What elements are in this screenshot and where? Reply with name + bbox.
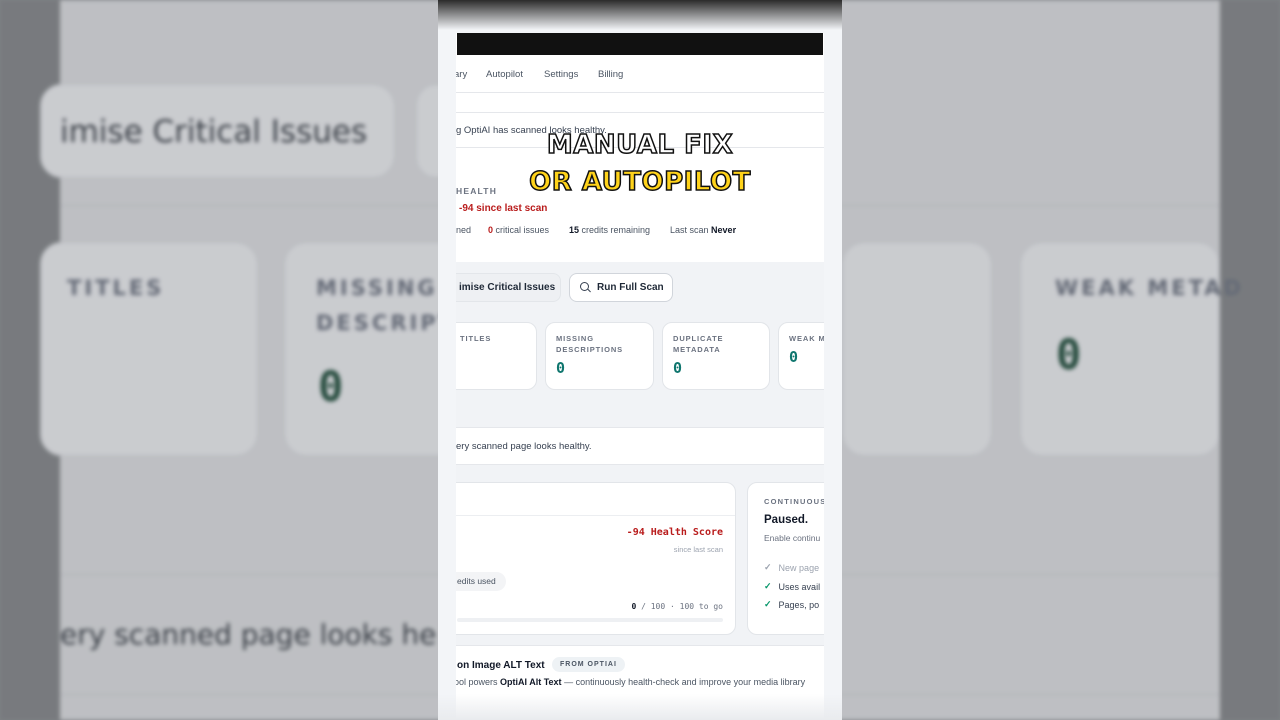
- health-score-card: -94 Health Score since last scan edits u…: [456, 482, 736, 635]
- nav-item-settings[interactable]: Settings: [544, 69, 578, 80]
- phone-panel: ary Autopilot Settings Billing g OptiAI …: [438, 0, 842, 720]
- bottom-fade: [438, 694, 842, 720]
- health-delta: -94 since last scan: [459, 203, 548, 214]
- healthy-text: ery scanned page looks healthy.: [456, 441, 592, 452]
- search-icon: [580, 282, 591, 293]
- video-frame: imise Critical Issues TITLES MISSING DES…: [0, 0, 1280, 720]
- metric-value: 0: [789, 348, 799, 366]
- metric-card-titles[interactable]: TITLES: [456, 322, 537, 390]
- stat-credits: 15 credits remaining: [569, 225, 651, 235]
- metric-card-weak-metadata[interactable]: WEAK METAD 0: [778, 322, 824, 390]
- metric-card-duplicate-metadata[interactable]: DUPLICATE METADATA 0: [662, 322, 770, 390]
- run-full-scan-button[interactable]: Run Full Scan: [569, 273, 673, 302]
- feature-item: ✓ New page: [764, 562, 820, 573]
- run-full-scan-label: Run Full Scan: [597, 282, 664, 293]
- optimise-critical-button[interactable]: imise Critical Issues: [456, 273, 561, 302]
- check-icon: ✓: [764, 599, 772, 609]
- from-optiai-badge: FROM OPTIAI: [552, 657, 625, 672]
- stat-scanned: ned: [456, 225, 472, 235]
- metric-label: MISSING DESCRIPTIONS: [556, 334, 624, 354]
- caption-line-2: OR AUTOPILOT: [528, 166, 751, 198]
- continuous-label: CONTINUOUS: [764, 497, 824, 506]
- nav-item-billing[interactable]: Billing: [598, 69, 623, 80]
- top-nav: ary Autopilot Settings Billing: [456, 55, 824, 93]
- credits-used-pill: edits used: [456, 572, 506, 591]
- check-icon: ✓: [764, 581, 772, 591]
- card-divider: [456, 515, 735, 516]
- feature-item: ✓ Uses avail: [764, 581, 821, 592]
- top-fade: [438, 0, 842, 30]
- metric-card-missing-descriptions[interactable]: MISSING DESCRIPTIONS 0: [545, 322, 654, 390]
- metric-value: 0: [673, 359, 683, 377]
- alt-text-title: on Image ALT Text: [457, 660, 545, 671]
- stat-critical: 0 critical issues: [488, 225, 550, 235]
- feature-item: ✓ Pages, po: [764, 599, 820, 610]
- continuous-status: Paused.: [764, 514, 809, 526]
- metric-label: DUPLICATE METADATA: [673, 334, 724, 354]
- health-score-value: -94 Health Score: [626, 527, 723, 538]
- progress-text: 0 / 100 · 100 to go: [631, 602, 723, 611]
- redacted-bar: [457, 33, 823, 55]
- nav-item-autopilot[interactable]: Autopilot: [486, 69, 523, 80]
- nav-item-library[interactable]: ary: [456, 69, 467, 80]
- alt-text-description: ool powers OptiAI Alt Text — continuousl…: [456, 677, 806, 687]
- check-icon: ✓: [764, 562, 772, 572]
- metric-label: TITLES: [460, 334, 492, 343]
- metric-value: 0: [556, 359, 566, 377]
- caption-line-1: MANUAL FIX: [546, 129, 734, 161]
- continuous-card: CONTINUOUS Paused. Enable continu ✓ New …: [747, 482, 824, 635]
- health-score-sub: since last scan: [673, 545, 723, 554]
- progress-bar: [457, 618, 723, 622]
- metric-label: WEAK METAD: [789, 334, 824, 343]
- stat-last-scan: Last scan Never: [670, 225, 737, 235]
- healthy-banner: ery scanned page looks healthy.: [456, 427, 824, 465]
- continuous-sub: Enable continu: [764, 533, 821, 543]
